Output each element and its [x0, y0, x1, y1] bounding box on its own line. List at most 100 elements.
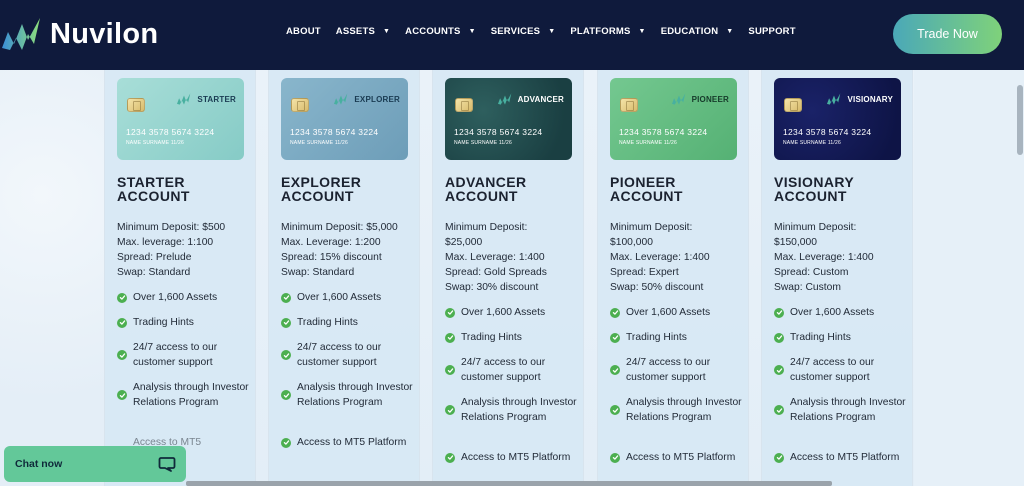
caret-down-icon: ▼: [548, 28, 556, 35]
account-title: EXPLORER ACCOUNT: [281, 175, 421, 203]
check-circle-icon: [445, 332, 455, 343]
feature-item: Analysis through Investor Relations Prog…: [774, 395, 908, 425]
horizontal-scrollbar[interactable]: [186, 481, 832, 486]
spec-line: Max. leverage: 1:100: [117, 237, 214, 248]
feature-text: Trading Hints: [461, 332, 522, 343]
spec-line: Minimum Deposit:: [610, 222, 693, 233]
feature-item: Trading Hints: [610, 330, 744, 345]
card-holder: NAME SURNAME 11/26: [290, 140, 348, 146]
scrollbar-thumb[interactable]: [1017, 85, 1023, 155]
spec-line: Swap: 30% discount: [445, 282, 539, 293]
card-brand: PIONEER: [669, 92, 729, 106]
card-holder: NAME SURNAME 11/26: [783, 140, 841, 146]
nav-education[interactable]: EDUCATION ▼: [661, 26, 734, 37]
feature-text: Over 1,600 Assets: [297, 292, 382, 303]
spec-line: Minimum Deposit:: [774, 222, 857, 233]
feature-item: Trading Hints: [281, 315, 415, 330]
feature-item: Over 1,600 Assets: [117, 290, 251, 305]
account-specs: Minimum Deposit: $100,000 Max. Leverage: 1…: [610, 220, 746, 295]
chat-now-button[interactable]: Chat now: [4, 446, 186, 482]
account-card-image: PIONEER 1234 3578 5674 3224 NAME SURNAME…: [610, 78, 737, 160]
feature-text: Over 1,600 Assets: [461, 307, 546, 318]
feature-item: 24/7 access to our customer support: [445, 355, 579, 385]
account-column: STARTER 1234 3578 5674 3224 NAME SURNAME…: [104, 70, 256, 486]
logo[interactable]: Nuvilon: [0, 14, 158, 54]
spec-line: $150,000: [774, 237, 817, 248]
feature-text: Access to MT5 Platform: [461, 452, 571, 463]
card-number: 1234 3578 5674 3224: [783, 127, 872, 137]
feature-item: Over 1,600 Assets: [445, 305, 579, 320]
feature-text: 24/7 access to our customer support: [297, 342, 382, 368]
check-circle-icon: [117, 390, 127, 400]
feature-item: Trading Hints: [774, 330, 908, 345]
check-circle-icon: [774, 405, 784, 415]
account-card-image: EXPLORER 1234 3578 5674 3224 NAME SURNAM…: [281, 78, 408, 160]
feature-text: 24/7 access to our customer support: [133, 342, 218, 368]
feature-text: Access to MT5 Platform: [626, 452, 736, 463]
account-specs: Minimum Deposit: $150,000 Max. Leverage: 1…: [774, 220, 910, 295]
feature-text: Over 1,600 Assets: [626, 307, 711, 318]
caret-down-icon: ▼: [383, 28, 391, 35]
feature-text: Access to MT5 Platform: [790, 452, 900, 463]
account-title: ADVANCER ACCOUNT: [445, 175, 585, 203]
check-circle-icon: [281, 317, 291, 328]
nav-support[interactable]: SUPPORT: [748, 26, 795, 37]
card-brand: ADVANCER: [495, 92, 564, 106]
nuvilon-mark-icon: [827, 93, 841, 105]
card-chip-icon: [291, 98, 309, 112]
card-number: 1234 3578 5674 3224: [290, 127, 379, 137]
feature-text: Analysis through Investor Relations Prog…: [297, 382, 413, 408]
feature-item: Access to MT5 Platform: [281, 435, 415, 450]
feature-item: Trading Hints: [445, 330, 579, 345]
account-specs: Minimum Deposit: $500 Max. leverage: 1:10…: [117, 220, 253, 280]
check-circle-icon: [774, 452, 784, 463]
nav-about[interactable]: ABOUT: [286, 26, 321, 37]
card-chip-icon: [784, 98, 802, 112]
card-chip-icon: [455, 98, 473, 112]
check-circle-icon: [774, 332, 784, 343]
feature-item: Analysis through Investor Relations Prog…: [117, 380, 251, 410]
nav-accounts[interactable]: ACCOUNTS ▼: [405, 26, 476, 37]
feature-item: 24/7 access to our customer support: [117, 340, 251, 370]
check-circle-icon: [281, 390, 291, 400]
account-card-image: ADVANCER 1234 3578 5674 3224 NAME SURNAM…: [445, 78, 572, 160]
feature-text: Trading Hints: [626, 332, 687, 343]
nav-label: ASSETS: [335, 26, 375, 37]
spec-line: Spread: Prelude: [117, 252, 192, 263]
nav-label: SERVICES: [490, 26, 541, 37]
check-circle-icon: [774, 307, 784, 318]
feature-text: Over 1,600 Assets: [790, 307, 875, 318]
account-column: ADVANCER 1234 3578 5674 3224 NAME SURNAM…: [432, 70, 584, 486]
account-title: VISIONARY ACCOUNT: [774, 175, 914, 203]
nav-label: ACCOUNTS: [405, 26, 461, 37]
check-circle-icon: [610, 365, 620, 375]
account-specs: Minimum Deposit: $5,000 Max. Leverage: 1:…: [281, 220, 417, 280]
feature-item: Over 1,600 Assets: [281, 290, 415, 305]
check-circle-icon: [281, 437, 291, 448]
account-title: PIONEER ACCOUNT: [610, 175, 750, 203]
caret-down-icon: ▼: [726, 28, 734, 35]
feature-item: Trading Hints: [117, 315, 251, 330]
account-title-text: ADVANCER ACCOUNT: [445, 174, 527, 204]
feature-item: Analysis through Investor Relations Prog…: [610, 395, 744, 425]
feature-text: Over 1,600 Assets: [133, 292, 218, 303]
feature-item: 24/7 access to our customer support: [774, 355, 908, 385]
nav-services[interactable]: SERVICES ▼: [491, 26, 556, 37]
nav-platforms[interactable]: PLATFORMS ▼: [570, 26, 645, 37]
feature-item: Analysis through Investor Relations Prog…: [445, 395, 579, 425]
check-circle-icon: [610, 452, 620, 463]
check-circle-icon: [445, 365, 455, 375]
feature-item: Access to MT5 Platform: [774, 450, 908, 465]
card-number: 1234 3578 5674 3224: [126, 127, 215, 137]
nuvilon-mark-icon: [334, 93, 348, 105]
spec-line: Spread: 15% discount: [281, 252, 382, 263]
check-circle-icon: [445, 405, 455, 415]
trade-now-button[interactable]: Trade Now: [893, 14, 1002, 54]
card-brand-name: EXPLORER: [354, 94, 400, 104]
card-brand-name: VISIONARY: [847, 94, 893, 104]
spec-line: Max. Leverage: 1:200: [281, 237, 381, 248]
feature-item: Access to MT5 Platform: [445, 450, 579, 465]
card-chip-icon: [127, 98, 145, 112]
nav-assets[interactable]: ASSETS ▼: [336, 26, 390, 37]
check-circle-icon: [117, 292, 127, 303]
